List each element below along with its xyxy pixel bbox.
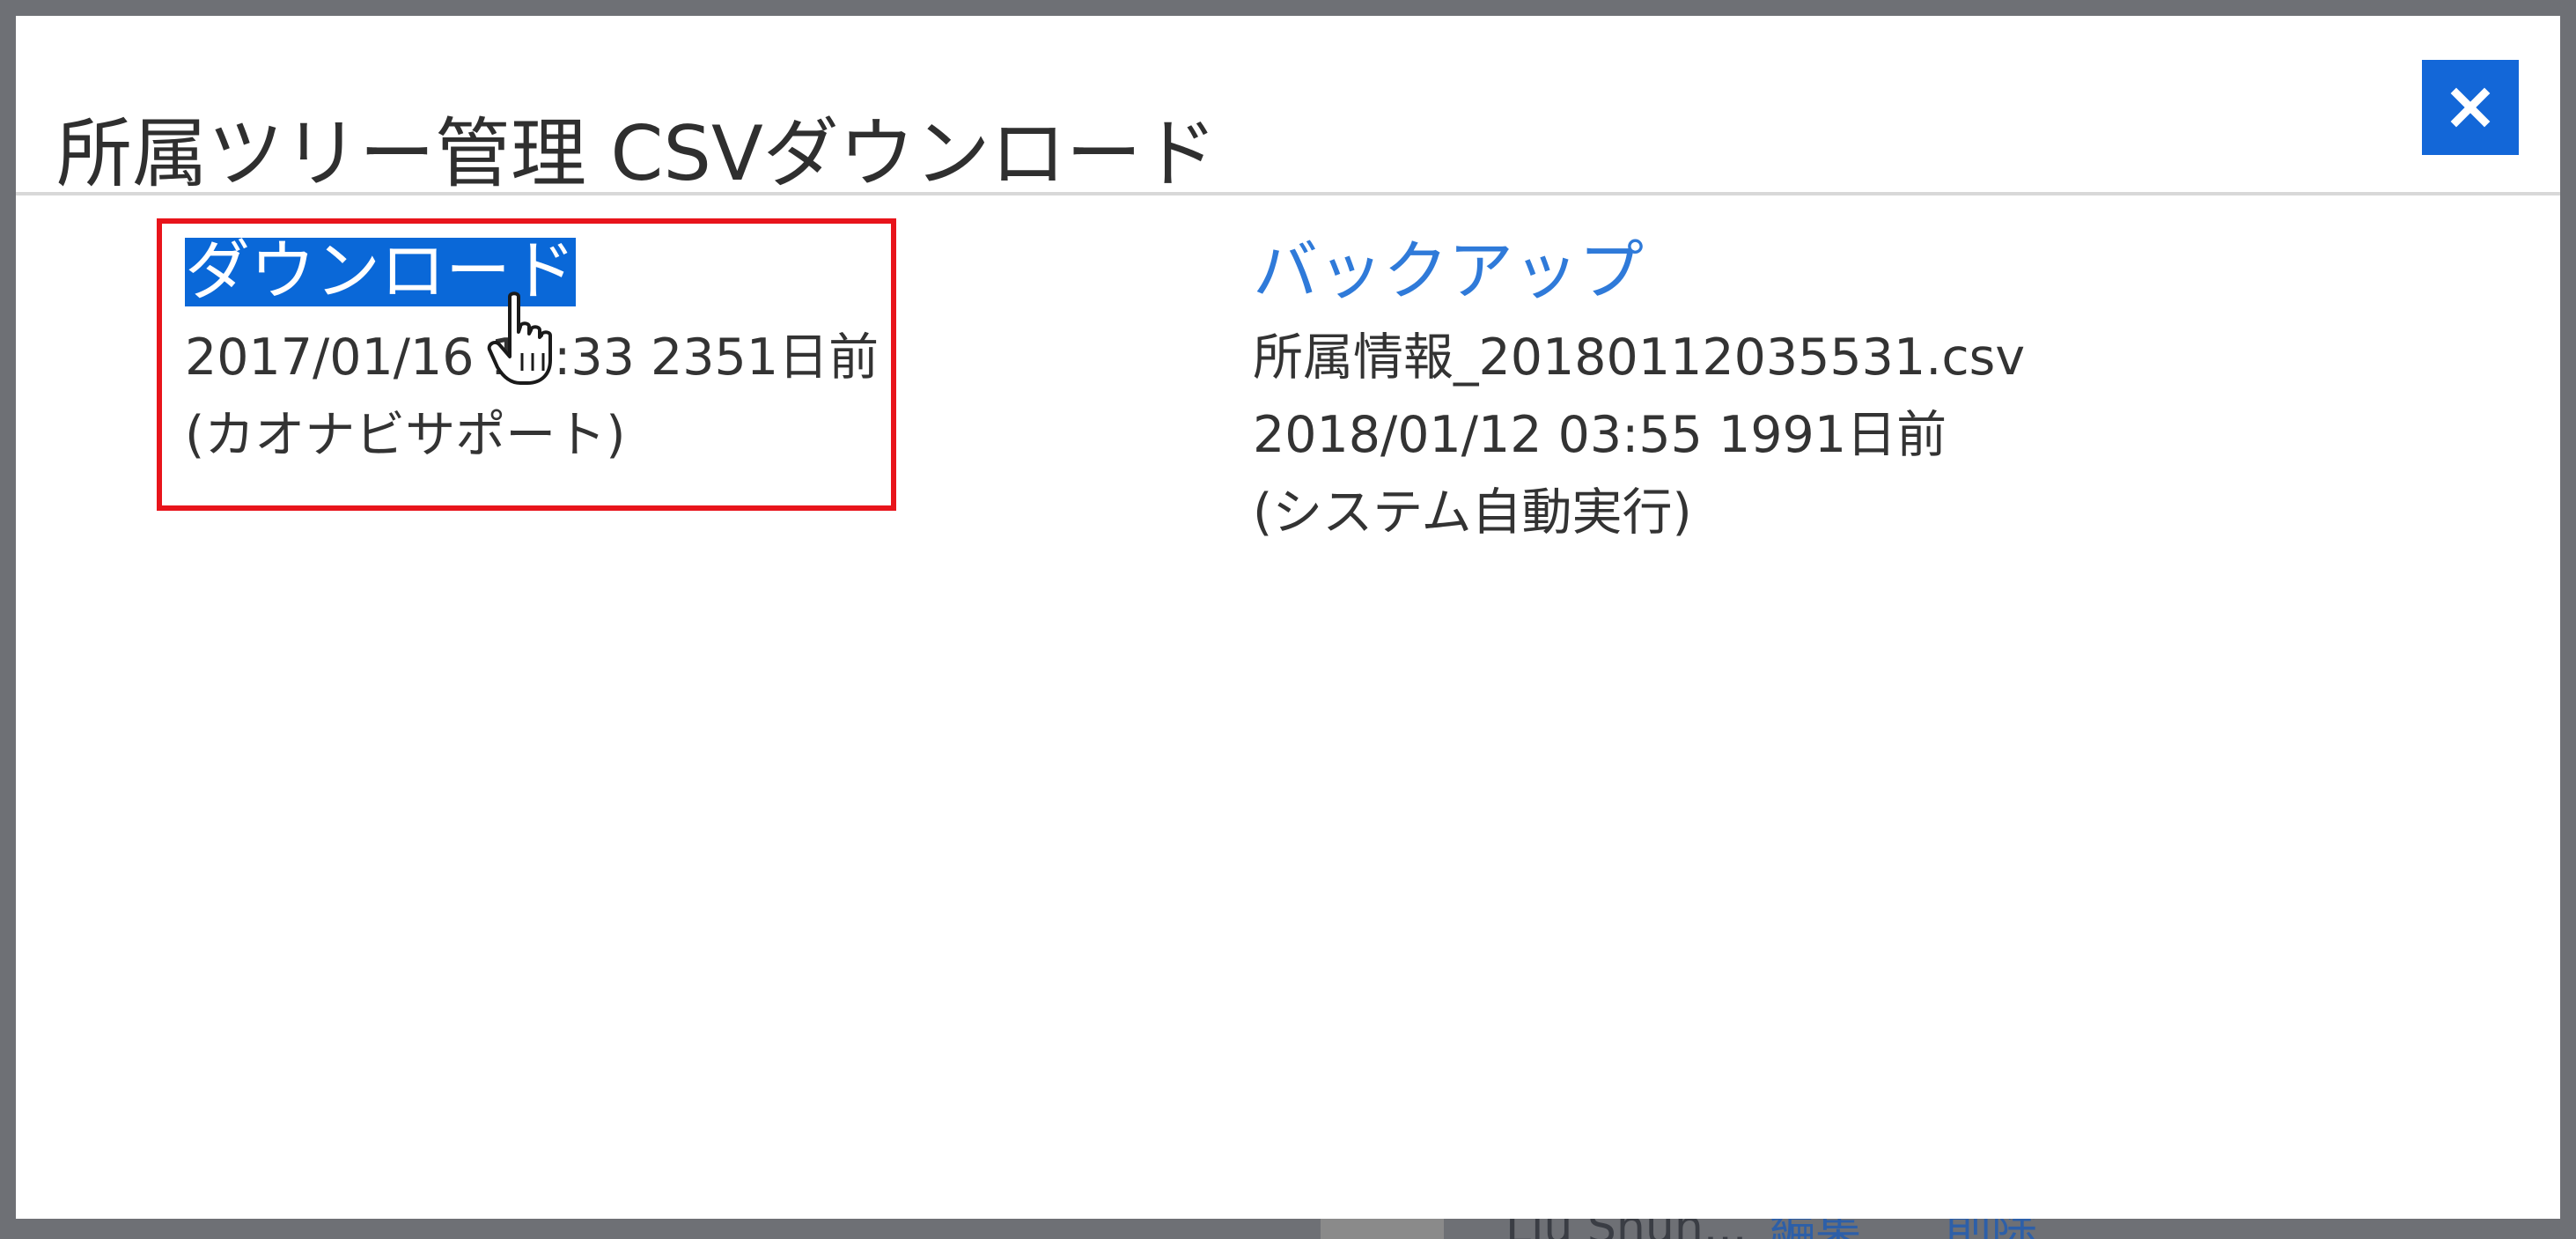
backup-filename: 所属情報_20180112035531.csv [1253, 328, 2026, 387]
download-timestamp: 2017/01/16 16:33 2351日前 [185, 328, 880, 387]
backup-author: (システム自動実行) [1253, 483, 1692, 542]
download-author: (カオナビサポート) [185, 405, 626, 464]
close-icon [2450, 87, 2491, 128]
backup-link[interactable]: バックアップ [1253, 237, 1644, 306]
modal-header: 所属ツリー管理 CSVダウンロード [16, 16, 2560, 195]
download-section: ダウンロード 2017/01/16 16:33 2351日前 (カオナビサポート… [185, 237, 880, 474]
modal-title: 所属ツリー管理 CSVダウンロード [56, 109, 1218, 198]
csv-download-modal: 所属ツリー管理 CSVダウンロード ダウンロード 2017/01/16 16:3… [16, 16, 2560, 1219]
close-button[interactable] [2422, 60, 2519, 155]
backup-section: バックアップ 所属情報_20180112035531.csv 2018/01/1… [1253, 237, 2026, 551]
download-link[interactable]: ダウンロード [185, 237, 576, 306]
backup-timestamp: 2018/01/12 03:55 1991日前 [1253, 405, 1947, 464]
